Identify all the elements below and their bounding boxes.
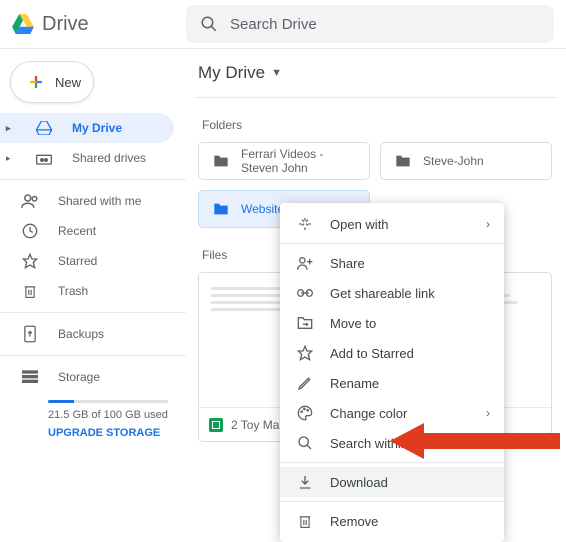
menu-label: Open with (330, 217, 389, 232)
my-drive-icon (34, 121, 54, 135)
sidebar-item-label: Shared drives (72, 151, 146, 165)
sidebar: New ▸ My Drive ▸ Shared drives Shared wi… (0, 49, 186, 506)
sidebar-item-label: Starred (58, 254, 97, 268)
drive-logo-icon (12, 14, 34, 34)
search-icon (296, 435, 314, 451)
sidebar-item-shared-with-me[interactable]: Shared with me (0, 186, 174, 216)
plus-icon (27, 73, 45, 91)
folder-icon (213, 202, 229, 216)
sidebar-item-storage[interactable]: Storage (0, 362, 174, 392)
sidebar-item-label: Recent (58, 224, 96, 238)
brand-text: Drive (42, 13, 89, 36)
storage-text: 21.5 GB of 100 GB used (48, 409, 186, 421)
breadcrumb-label: My Drive (198, 63, 265, 83)
menu-get-link[interactable]: Get shareable link (280, 278, 504, 308)
folder-icon (213, 154, 229, 168)
people-icon (20, 194, 40, 208)
download-icon (296, 474, 314, 490)
file-name: 2 Toy Mat (231, 418, 283, 432)
menu-remove[interactable]: Remove (280, 506, 504, 536)
new-label: New (55, 75, 81, 90)
open-with-icon (296, 216, 314, 232)
expand-icon[interactable]: ▸ (6, 123, 16, 134)
folder-icon (395, 154, 411, 168)
menu-move-to[interactable]: Move to (280, 308, 504, 338)
menu-open-with[interactable]: Open with › (280, 209, 504, 239)
menu-share[interactable]: Share (280, 248, 504, 278)
annotation-arrow (390, 419, 560, 463)
trash-icon (20, 283, 40, 299)
divider (280, 501, 504, 502)
sheets-icon (209, 418, 223, 432)
sidebar-item-label: My Drive (72, 121, 122, 135)
menu-label: Remove (330, 514, 378, 529)
menu-label: Add to Starred (330, 346, 414, 361)
header: Drive Search Drive (0, 0, 566, 48)
folder-item[interactable]: Ferrari Videos - Steven John (198, 142, 370, 180)
divider (0, 312, 186, 313)
move-icon (296, 316, 314, 330)
menu-download[interactable]: Download (280, 467, 504, 497)
sidebar-item-starred[interactable]: Starred (0, 246, 174, 276)
storage-icon (20, 370, 40, 384)
chevron-right-icon: › (486, 406, 490, 420)
menu-label: Download (330, 475, 388, 490)
folder-name: Steve-John (423, 154, 484, 168)
sidebar-item-trash[interactable]: Trash (0, 276, 174, 306)
breadcrumb[interactable]: My Drive ▼ (194, 61, 558, 98)
menu-rename[interactable]: Rename (280, 368, 504, 398)
menu-label: Move to (330, 316, 376, 331)
menu-label: Get shareable link (330, 286, 435, 301)
link-icon (296, 288, 314, 298)
divider (280, 243, 504, 244)
sidebar-item-recent[interactable]: Recent (0, 216, 174, 246)
chevron-right-icon: › (486, 217, 490, 231)
pencil-icon (296, 375, 314, 391)
shared-drives-icon (34, 151, 54, 165)
clock-icon (20, 223, 40, 239)
context-menu: Open with › Share Get shareable link Mov… (280, 203, 504, 542)
menu-label: Rename (330, 376, 379, 391)
star-icon (20, 253, 40, 269)
trash-icon (296, 513, 314, 529)
new-button[interactable]: New (10, 61, 94, 103)
folder-item[interactable]: Steve-John (380, 142, 552, 180)
sidebar-item-label: Storage (58, 370, 100, 384)
chevron-down-icon: ▼ (271, 67, 282, 79)
backup-icon (20, 325, 40, 343)
menu-label: Share (330, 256, 365, 271)
sidebar-item-label: Shared with me (58, 194, 141, 208)
sidebar-item-my-drive[interactable]: ▸ My Drive (0, 113, 174, 143)
divider (0, 179, 186, 180)
sidebar-item-backups[interactable]: Backups (0, 319, 174, 349)
expand-icon[interactable]: ▸ (6, 153, 16, 164)
upgrade-link[interactable]: UPGRADE STORAGE (48, 427, 186, 439)
folder-name: Ferrari Videos - Steven John (241, 147, 355, 175)
sidebar-item-shared-drives[interactable]: ▸ Shared drives (0, 143, 174, 173)
sidebar-item-label: Backups (58, 327, 104, 341)
palette-icon (296, 405, 314, 421)
star-icon (296, 345, 314, 361)
logo-area[interactable]: Drive (12, 13, 186, 36)
folders-label: Folders (202, 118, 558, 132)
storage-bar (48, 400, 168, 403)
search-input[interactable]: Search Drive (186, 5, 554, 43)
share-icon (296, 256, 314, 270)
divider (0, 355, 186, 356)
search-placeholder: Search Drive (230, 16, 317, 33)
sidebar-item-label: Trash (58, 284, 88, 298)
search-icon (200, 15, 218, 33)
menu-add-starred[interactable]: Add to Starred (280, 338, 504, 368)
